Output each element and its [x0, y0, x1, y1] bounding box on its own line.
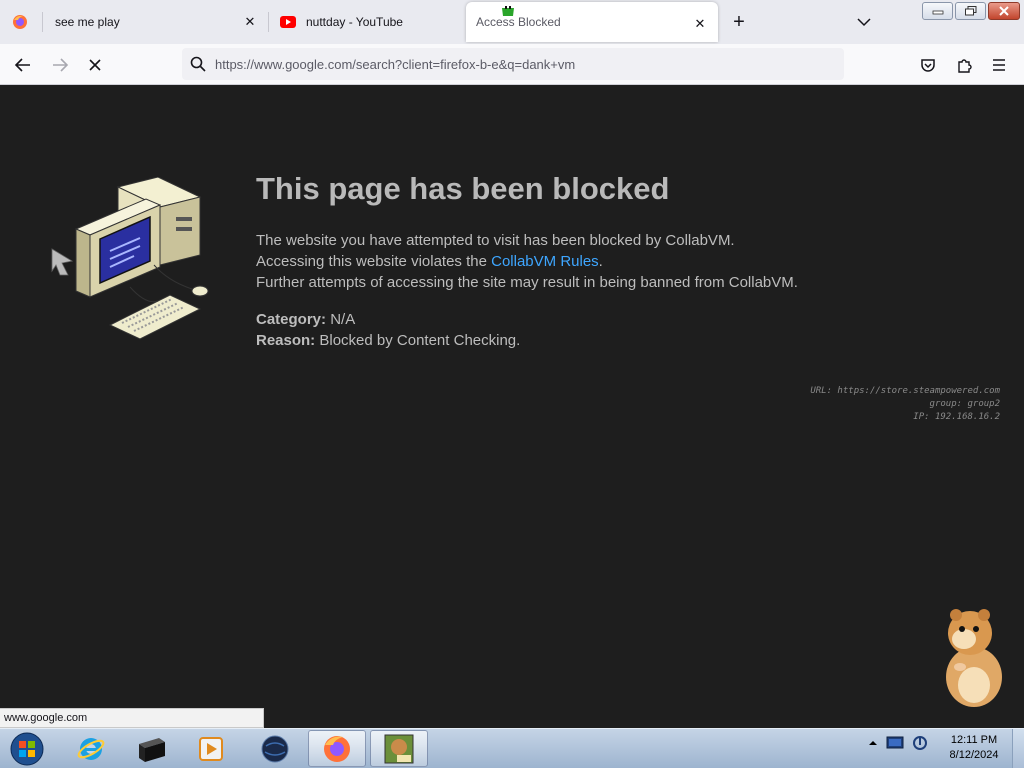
terminal-icon: [139, 737, 165, 762]
address-bar[interactable]: https://www.google.com/search?client=fir…: [182, 48, 844, 80]
globe-icon: [261, 735, 289, 762]
taskbar-box-game[interactable]: [370, 730, 428, 767]
category-label: Category:: [256, 311, 327, 328]
url-text: https://www.google.com/search?client=fir…: [215, 56, 576, 72]
chevron-down-icon[interactable]: [855, 12, 873, 32]
tab-separator: [42, 12, 43, 32]
debug-info: URL: https://store.steampowered.com grou…: [810, 385, 1000, 424]
new-tab-button[interactable]: +: [728, 12, 750, 34]
clock-date: 8/12/2024: [949, 749, 999, 761]
internet-explorer-icon: [77, 737, 105, 760]
forward-button[interactable]: [49, 54, 71, 76]
menu-button[interactable]: [988, 54, 1010, 76]
pocket-button[interactable]: [917, 54, 939, 76]
back-button[interactable]: [12, 54, 34, 76]
show-desktop-button[interactable]: [1012, 729, 1024, 768]
close-window-button[interactable]: [988, 2, 1020, 20]
tab-access-blocked[interactable]: Access Blocked ✕: [466, 2, 718, 42]
link-status-bar: www.google.com: [0, 708, 264, 728]
category-row: Category: N/A: [256, 309, 520, 330]
hamster-icon: [946, 609, 1002, 707]
taskbar-globe[interactable]: [246, 730, 304, 767]
tab-firefox-pinned[interactable]: [0, 0, 42, 44]
message-line: The website you have attempted to visit …: [256, 232, 735, 249]
block-message: The website you have attempted to visit …: [256, 230, 798, 293]
category-value: N/A: [330, 311, 356, 328]
restore-icon: [964, 6, 976, 16]
windows-taskbar: 12:11 PM 8/12/2024: [0, 728, 1024, 768]
page-title: This page has been blocked: [256, 171, 670, 206]
firefox-icon: [324, 735, 350, 762]
stop-icon: [89, 59, 101, 71]
network-icon[interactable]: [886, 735, 904, 751]
reason-row: Reason: Blocked by Content Checking.: [256, 330, 520, 351]
start-orb-icon[interactable]: [6, 731, 48, 767]
restore-button[interactable]: [955, 2, 986, 20]
message-text: Accessing this website violates the: [256, 253, 492, 270]
minimize-button[interactable]: [922, 2, 953, 20]
message-line: Further attempts of accessing the site m…: [256, 274, 798, 291]
system-tray: [868, 735, 928, 751]
clock-time: 12:11 PM: [950, 734, 998, 746]
close-tab-icon[interactable]: ✕: [692, 16, 708, 32]
message-text: .: [598, 253, 603, 270]
computer-illustration-icon: [51, 177, 209, 340]
tab-see-me-play[interactable]: see me play ✕: [44, 0, 268, 44]
stop-button[interactable]: [84, 54, 106, 76]
extensions-button[interactable]: [953, 54, 975, 76]
message-line: Accessing this website violates the Coll…: [256, 251, 798, 272]
tab-title: Access Blocked: [476, 15, 561, 29]
minimize-icon: [932, 10, 943, 15]
hamburger-menu-icon: [993, 59, 1005, 71]
tab-youtube[interactable]: nuttday - YouTube: [270, 0, 466, 44]
media-player-icon: [199, 736, 223, 761]
page-content: This page has been blocked The website y…: [0, 85, 1024, 728]
debug-ip: IP: 192.168.16.2: [913, 412, 1000, 422]
taskbar-internet-explorer[interactable]: [62, 730, 120, 767]
taskbar-clock[interactable]: 12:11 PM 8/12/2024: [944, 733, 1004, 763]
tab-title: nuttday - YouTube: [306, 15, 403, 29]
show-hidden-icons-icon[interactable]: [868, 738, 878, 748]
collabvm-rules-link[interactable]: CollabVM Rules: [491, 253, 599, 270]
navigation-toolbar: https://www.google.com/search?client=fir…: [0, 44, 1024, 85]
puzzle-icon: [958, 59, 972, 73]
forward-arrow-icon: [53, 58, 69, 72]
debug-url: URL: https://store.steampowered.com: [810, 386, 1000, 396]
close-tab-icon[interactable]: ✕: [242, 14, 258, 30]
tab-separator: [268, 12, 269, 32]
taskbar-firefox[interactable]: [308, 730, 366, 767]
taskbar-terminal[interactable]: [122, 730, 180, 767]
reason-value: Blocked by Content Checking.: [319, 332, 521, 349]
block-details: Category: N/A Reason: Blocked by Content…: [256, 309, 520, 351]
window-controls: [922, 2, 1020, 20]
search-icon: [190, 56, 206, 72]
debug-group: group: group2: [929, 399, 1000, 409]
tab-title: see me play: [55, 15, 120, 29]
taskbar-media-player[interactable]: [182, 730, 240, 767]
tab-strip: see me play ✕ nuttday - YouTube Access B…: [0, 0, 1024, 44]
firefox-icon: [13, 15, 27, 29]
pocket-icon: [921, 59, 935, 72]
reason-label: Reason:: [256, 332, 316, 349]
back-arrow-icon: [14, 58, 30, 72]
box-game-icon: [384, 734, 414, 763]
close-icon: [999, 6, 1009, 16]
blocked-icon: [502, 6, 514, 16]
action-center-icon[interactable]: [912, 735, 928, 751]
youtube-icon: [280, 16, 296, 28]
